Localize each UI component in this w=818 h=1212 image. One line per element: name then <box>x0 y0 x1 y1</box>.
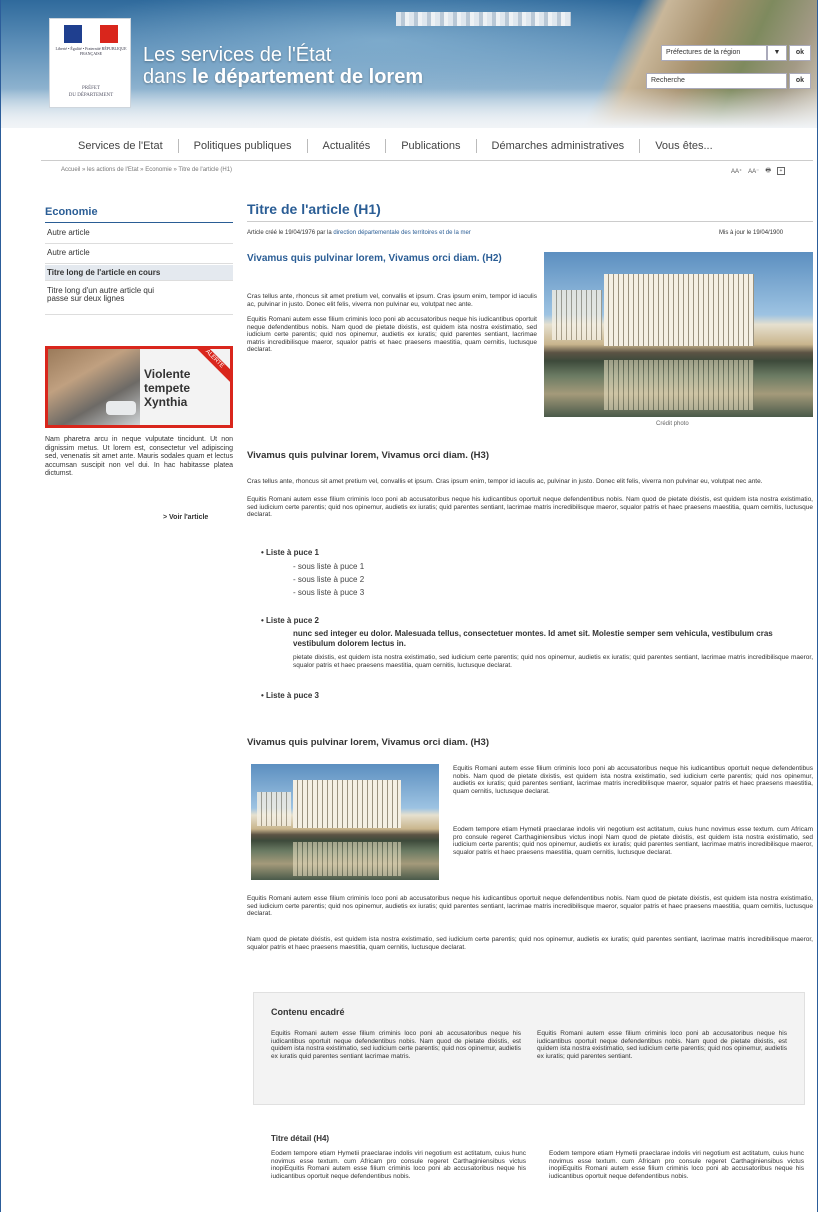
paragraph-7: Equitis Romani autem esse filium crimini… <box>247 895 813 917</box>
font-bigger-button[interactable]: AA⁺ <box>731 168 742 175</box>
building-image <box>293 780 401 828</box>
sidebar-item-current[interactable]: Titre long de l'article en cours <box>45 265 233 281</box>
sidebar-item-long-title[interactable]: Titre long d'un autre article qui passe … <box>45 287 165 313</box>
paragraph-2: Equitis Romani autem esse filium crimini… <box>247 316 537 353</box>
main-nav: Services de l'Etat Politiques publiques … <box>63 136 813 156</box>
page-title: Titre de l'article (H1) <box>247 201 381 217</box>
water-reflection-image <box>604 360 754 410</box>
nav-item-vous-etes[interactable]: Vous êtes... <box>640 139 727 153</box>
framed-content-title: Contenu encadré <box>271 1007 345 1017</box>
logo-republique-text: Liberté • Égalité • Fraternité RÉPUBLIQU… <box>55 46 127 56</box>
storm-damage-image <box>48 349 140 425</box>
voir-article-link[interactable]: > Voir l'article <box>163 514 208 521</box>
nav-item-demarches[interactable]: Démarches administratives <box>477 139 641 153</box>
list-item-3: • Liste à puce 3 <box>261 691 319 700</box>
search-input[interactable]: Recherche <box>646 73 787 89</box>
building-image <box>604 274 754 346</box>
car-image <box>106 401 136 415</box>
xynthia-alert-banner[interactable]: Violente tempete Xynthia ALERTE <box>45 346 233 428</box>
photo-credit: Crédit photo <box>656 421 689 427</box>
paragraph-6: Eodem tempore etiam Hymetii praeclarae i… <box>453 826 813 856</box>
page-frame: Liberté • Égalité • Fraternité RÉPUBLIQU… <box>0 0 818 1212</box>
paragraph-4: Equitis Romani autem esse filium crimini… <box>247 496 813 518</box>
nav-item-services[interactable]: Services de l'Etat <box>63 139 179 153</box>
heading-h2: Vivamus quis pulvinar lorem, Vivamus orc… <box>247 253 502 264</box>
framed-content-col2: Equitis Romani autem esse filium crimini… <box>537 1030 787 1060</box>
sub-list-item-2: - sous liste à puce 2 <box>293 575 365 584</box>
sidebar-title[interactable]: Economie <box>45 206 98 218</box>
prefectures-select[interactable]: Préfectures de la région <box>661 45 767 61</box>
building-image-left <box>552 290 602 340</box>
direction-link[interactable]: direction départementale des territoires… <box>333 230 470 236</box>
sub-list-item-3: - sous liste à puce 3 <box>293 588 365 597</box>
site-title-line2: dans le département de lorem <box>143 66 424 88</box>
republique-francaise-logo[interactable]: Liberté • Égalité • Fraternité RÉPUBLIQU… <box>49 18 131 108</box>
site-title[interactable]: Les services de l'État dans le départeme… <box>143 44 423 88</box>
heading-h3-b: Vivamus quis pulvinar lorem, Vivamus orc… <box>247 737 489 748</box>
share-icon[interactable]: + <box>777 167 786 175</box>
paragraph-1: Cras tellus ante, rhoncus sit amet preti… <box>247 293 537 308</box>
site-header: Liberté • Égalité • Fraternité RÉPUBLIQU… <box>1 0 817 128</box>
building-photo-1[interactable] <box>544 252 813 417</box>
alert-ribbon: ALERTE <box>189 349 230 384</box>
nav-item-actualites[interactable]: Actualités <box>308 139 387 153</box>
logo-prefet-text: PRÉFET DU DÉPARTEMENT <box>68 86 114 98</box>
building-image-left <box>257 792 291 826</box>
title-divider <box>247 221 813 222</box>
list-item-2-bold-text: nunc sed integer eu dolor. Malesuada tel… <box>293 629 773 648</box>
paragraph-5: Equitis Romani autem esse filium crimini… <box>453 765 813 795</box>
chevron-down-icon[interactable]: ▼ <box>767 45 787 61</box>
list-item-1: • Liste à puce 1 <box>261 548 319 557</box>
updated-date: Mis à jour le 19/04/1900 <box>719 230 784 236</box>
sidebar-text: Nam pharetra arcu in neque vulputate tin… <box>45 436 233 477</box>
print-icon[interactable]: 🖶 <box>765 166 771 176</box>
font-smaller-button[interactable]: AA⁻ <box>748 168 759 175</box>
list-item-2-text: pietate dixistis, est quidem ista nostra… <box>293 654 813 669</box>
building-photo-2[interactable] <box>251 764 439 880</box>
prefectures-ok-button[interactable]: ok <box>789 45 811 61</box>
heading-h3-a: Vivamus quis pulvinar lorem, Vivamus orc… <box>247 450 489 461</box>
detail-col1: Eodem tempore etiam Hymetii praeclarae i… <box>271 1150 526 1180</box>
page-tools: AA⁺ AA⁻ 🖶 + <box>731 166 786 176</box>
banner-text: Violente tempete Xynthia <box>144 367 191 409</box>
breadcrumb[interactable]: Accueil » les actions de l'Etat » Econom… <box>61 167 232 173</box>
paragraph-8: Nam quod de pietate dixistis, est quidem… <box>247 936 813 951</box>
framed-content-col1: Equitis Romani autem esse filium crimini… <box>271 1030 521 1060</box>
paragraph-3: Cras tellus ante, rhoncus sit amet preti… <box>247 478 763 485</box>
nav-item-politiques[interactable]: Politiques publiques <box>179 139 308 153</box>
detail-col2: Eodem tempore etiam Hymetii praeclarae i… <box>549 1150 804 1180</box>
site-title-line1: Les services de l'État <box>143 44 332 66</box>
nav-divider <box>41 160 813 161</box>
heading-h4: Titre détail (H4) <box>271 1134 330 1143</box>
french-flag-icon <box>64 25 118 43</box>
sidebar-divider <box>45 314 233 315</box>
search-ok-button[interactable]: ok <box>789 73 811 89</box>
sidebar-title-underline <box>45 222 233 223</box>
article-meta: Article créé le 19/04/1976 par la direct… <box>247 230 471 236</box>
sidebar-item-autre-article-1[interactable]: Autre article <box>45 228 233 244</box>
nav-item-publications[interactable]: Publications <box>386 139 477 153</box>
sidebar-item-autre-article-2[interactable]: Autre article <box>45 248 233 264</box>
sub-list-item-1: - sous liste à puce 1 <box>293 562 365 571</box>
list-item-2: • Liste à puce 2 <box>261 616 319 625</box>
water-reflection-image <box>293 842 401 876</box>
